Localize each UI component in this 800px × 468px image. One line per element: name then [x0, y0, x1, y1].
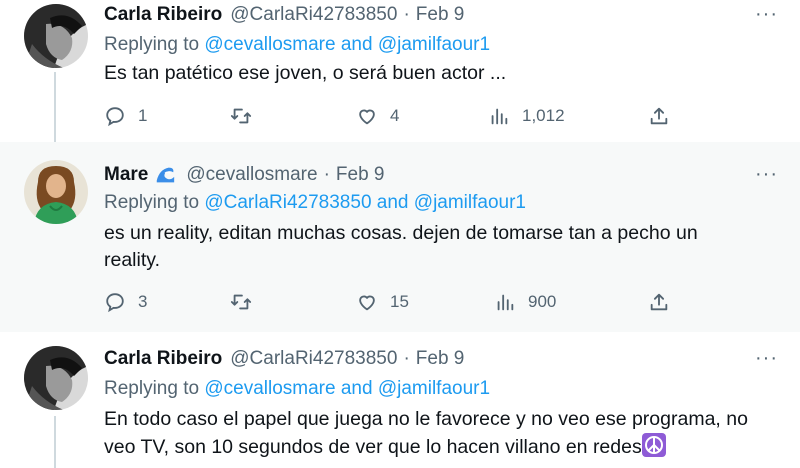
avatar[interactable] [24, 160, 88, 224]
tweet-text: En todo caso el papel que juega no le fa… [104, 406, 784, 461]
tweet-header: Mare @cevallosmare · Feb 9 [104, 162, 385, 188]
tweet-header: Carla Ribeiro @CarlaRi42783850 · Feb 9 [104, 346, 464, 372]
more-options-icon[interactable]: ··· [755, 4, 778, 24]
reply-icon [106, 293, 124, 313]
share-button[interactable] [648, 288, 670, 316]
replying-to: Replying to @CarlaRi42783850 and @jamilf… [104, 192, 526, 214]
reply-icon [106, 107, 124, 127]
mention-link[interactable]: @jamilfaour1 [414, 192, 526, 213]
like-count: 15 [390, 292, 409, 311]
views-count: 900 [528, 292, 557, 311]
replying-to-prefix: Replying to [104, 192, 205, 213]
replying-to-and: and [371, 192, 414, 213]
reply-count: 3 [138, 292, 148, 311]
thread-line [54, 72, 56, 142]
mention-link[interactable]: @cevallosmare [204, 34, 335, 55]
like-count: 4 [390, 106, 400, 125]
mention-link[interactable]: @CarlaRi42783850 [204, 192, 371, 213]
separator-dot: · [323, 164, 330, 185]
display-name[interactable]: Mare [104, 164, 148, 186]
share-icon [650, 293, 668, 311]
thread-line [54, 416, 56, 468]
retweet-button[interactable] [230, 102, 264, 130]
tweet-header: Carla Ribeiro @CarlaRi42783850 · Feb 9 [104, 2, 464, 28]
avatar[interactable] [24, 346, 88, 410]
replying-to-prefix: Replying to [104, 34, 205, 55]
views-button[interactable]: 900 [494, 288, 556, 316]
heart-icon [359, 109, 375, 125]
user-handle[interactable]: @CarlaRi42783850 [230, 348, 397, 370]
tweet-1[interactable]: Carla Ribeiro @CarlaRi42783850 · Feb 9 ·… [0, 0, 800, 142]
views-button[interactable]: 1,012 [488, 102, 565, 130]
more-options-icon[interactable]: ··· [755, 164, 778, 184]
replying-to: Replying to @cevallosmare and @jamilfaou… [104, 34, 490, 56]
replying-to: Replying to @cevallosmare and @jamilfaou… [104, 378, 490, 400]
like-button[interactable]: 4 [356, 102, 399, 130]
views-icon [497, 294, 514, 311]
mention-link[interactable]: @cevallosmare [204, 378, 335, 399]
tweet-date[interactable]: Feb 9 [336, 164, 385, 186]
tweet-actions: 1 4 1,012 [104, 102, 684, 130]
display-name[interactable]: Carla Ribeiro [104, 4, 222, 26]
tweet-date[interactable]: Feb 9 [416, 348, 465, 370]
retweet-button[interactable] [230, 288, 264, 316]
retweet-icon [230, 294, 252, 310]
views-count: 1,012 [522, 106, 565, 125]
tweet-date[interactable]: Feb 9 [416, 4, 465, 26]
tweet-3[interactable]: Carla Ribeiro @CarlaRi42783850 · Feb 9 ·… [0, 332, 800, 468]
mention-link[interactable]: @jamilfaour1 [378, 378, 490, 399]
avatar[interactable] [24, 4, 88, 68]
retweet-icon [230, 108, 252, 124]
views-icon [491, 108, 508, 125]
like-button[interactable]: 15 [356, 288, 409, 316]
replying-to-prefix: Replying to [104, 378, 205, 399]
user-handle[interactable]: @cevallosmare [186, 164, 317, 186]
tweet-2[interactable]: Mare @cevallosmare · Feb 9 ··· Replying … [0, 142, 800, 332]
user-handle[interactable]: @CarlaRi42783850 [230, 4, 397, 26]
reply-button[interactable]: 1 [104, 102, 147, 130]
reply-count: 1 [138, 106, 148, 125]
more-options-icon[interactable]: ··· [755, 348, 778, 368]
tweet-actions: 3 15 900 [104, 288, 684, 316]
display-name[interactable]: Carla Ribeiro [104, 348, 222, 370]
separator-dot: · [403, 348, 410, 369]
replying-to-and: and [335, 34, 378, 55]
share-icon [650, 107, 668, 125]
wave-emoji [157, 167, 175, 183]
peace-emoji [641, 433, 666, 457]
replying-to-and: and [335, 378, 378, 399]
share-button[interactable] [648, 102, 670, 130]
reply-button[interactable]: 3 [104, 288, 147, 316]
heart-icon [359, 295, 375, 311]
mention-link[interactable]: @jamilfaour1 [378, 34, 490, 55]
tweet-text: Es tan patético ese joven, o será buen a… [104, 62, 507, 84]
tweet-text: es un reality, editan muchas cosas. deje… [104, 222, 698, 271]
separator-dot: · [403, 4, 410, 25]
